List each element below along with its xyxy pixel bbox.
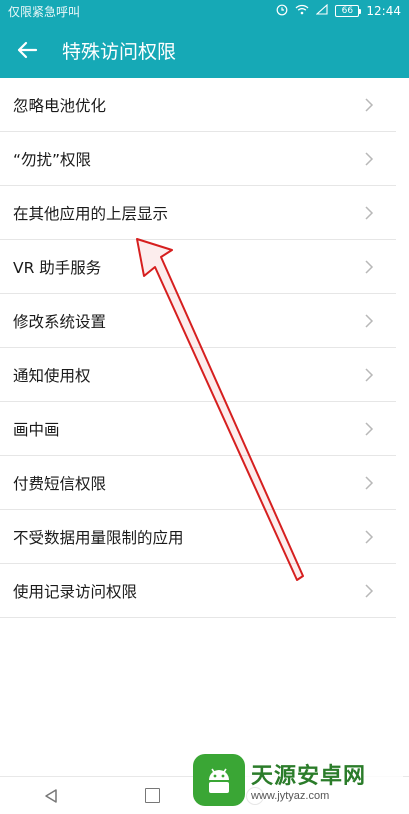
list-item-label: 忽略电池优化 [13, 96, 107, 115]
signal-icon [315, 3, 328, 18]
chevron-right-icon [365, 97, 374, 112]
list-item-ignore-battery-optimization[interactable]: 忽略电池优化 [0, 78, 396, 132]
list-item-premium-sms-access[interactable]: 付费短信权限 [0, 456, 396, 510]
watermark: 天源安卓网 www.jytyaz.com [193, 750, 403, 810]
chevron-right-icon [365, 313, 374, 328]
list-item-display-over-other-apps[interactable]: 在其他应用的上层显示 [0, 186, 396, 240]
list-item-modify-system-settings[interactable]: 修改系统设置 [0, 294, 396, 348]
android-robot-icon [193, 754, 245, 806]
chevron-right-icon [365, 151, 374, 166]
list-item-notification-access[interactable]: 通知使用权 [0, 348, 396, 402]
list-item-label: 付费短信权限 [13, 474, 107, 493]
clock-time: 12:44 [366, 4, 401, 18]
chevron-right-icon [365, 583, 374, 598]
chevron-right-icon [365, 529, 374, 544]
list-item-label: 使用记录访问权限 [13, 582, 138, 601]
watermark-url: www.jytyaz.com [251, 790, 330, 802]
list-item-label: VR 助手服务 [13, 258, 102, 277]
list-item-unrestricted-data[interactable]: 不受数据用量限制的应用 [0, 510, 396, 564]
list-item-usage-access[interactable]: 使用记录访问权限 [0, 564, 396, 618]
alarm-icon [276, 4, 288, 19]
status-bar: 仅限紧急呼叫 66 12:44 [0, 0, 409, 22]
list-item-label: 修改系统设置 [13, 312, 107, 331]
list-item-label: 画中画 [13, 420, 60, 439]
back-button[interactable] [2, 22, 52, 78]
list-item-label: 不受数据用量限制的应用 [13, 528, 184, 547]
list-item-picture-in-picture[interactable]: 画中画 [0, 402, 396, 456]
carrier-text: 仅限紧急呼叫 [8, 4, 81, 19]
wifi-icon [295, 4, 309, 18]
status-icons: 66 12:44 [276, 3, 401, 19]
chevron-right-icon [365, 421, 374, 436]
arrow-left-icon [17, 41, 38, 59]
chevron-right-icon [365, 205, 374, 220]
battery-level: 66 [341, 6, 354, 16]
battery-icon: 66 [335, 5, 362, 17]
list-item-label: 在其他应用的上层显示 [13, 204, 169, 223]
app-bar: 特殊访问权限 [0, 22, 409, 78]
nav-recents-icon[interactable] [145, 788, 160, 803]
chevron-right-icon [365, 367, 374, 382]
list-item-do-not-disturb-access[interactable]: “勿扰”权限 [0, 132, 396, 186]
list-item-vr-helper-services[interactable]: VR 助手服务 [0, 240, 396, 294]
list-item-label: 通知使用权 [13, 366, 91, 385]
settings-list: 忽略电池优化 “勿扰”权限 在其他应用的上层显示 VR 助手服务 修改系统设置 … [0, 78, 409, 618]
watermark-text: 天源安卓网 www.jytyaz.com [251, 758, 366, 802]
nav-back-icon[interactable] [43, 788, 59, 804]
chevron-right-icon [365, 475, 374, 490]
page-title: 特殊访问权限 [62, 40, 177, 63]
watermark-title: 天源安卓网 [251, 764, 367, 789]
list-item-label: “勿扰”权限 [13, 150, 92, 169]
chevron-right-icon [365, 259, 374, 274]
